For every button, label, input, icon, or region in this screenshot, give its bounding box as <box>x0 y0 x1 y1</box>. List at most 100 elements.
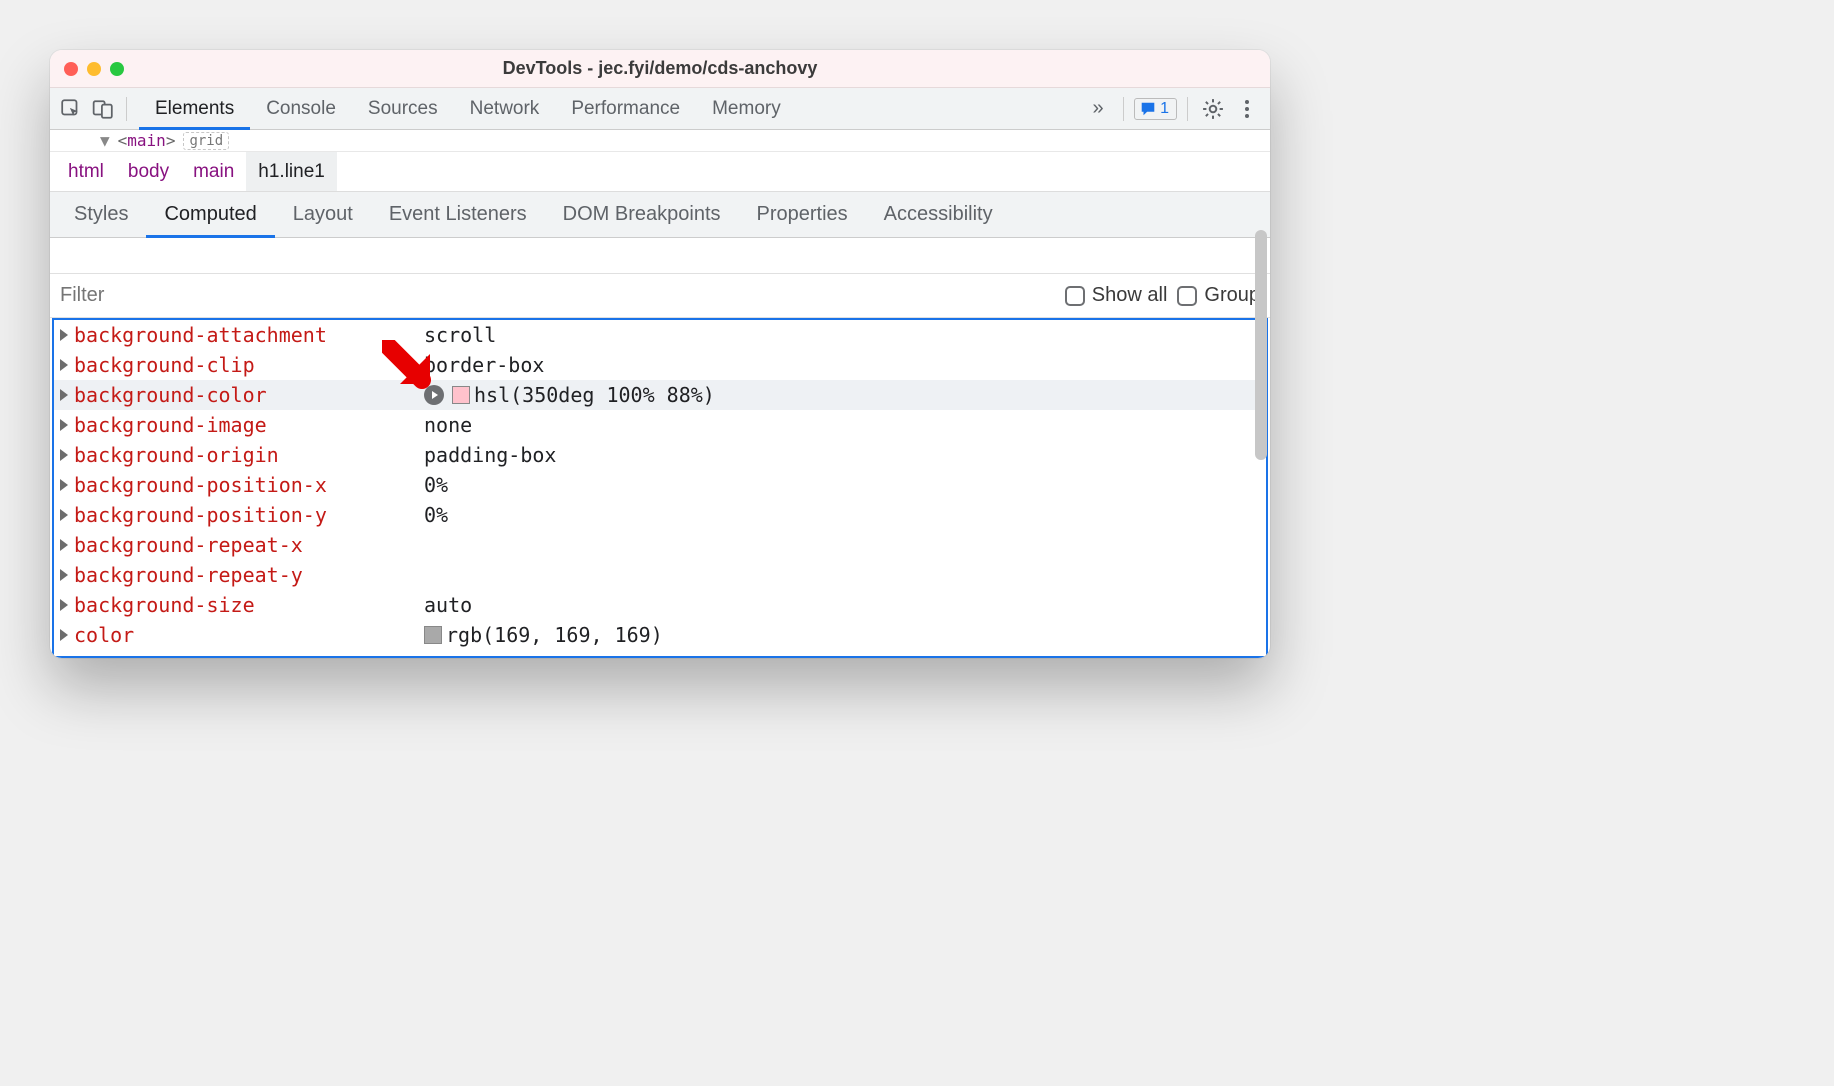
more-icon[interactable] <box>1232 94 1262 124</box>
property-value-text: hsl(350deg 100% 88%) <box>474 383 715 407</box>
property-row[interactable]: background-clipborder-box <box>54 350 1266 380</box>
property-row[interactable]: background-imagenone <box>54 410 1266 440</box>
overflow-tabs-icon[interactable]: » <box>1083 94 1113 124</box>
expand-icon[interactable] <box>60 359 68 371</box>
minimize-icon[interactable] <box>87 62 101 76</box>
panel-tabs: Elements Console Sources Network Perform… <box>139 88 797 129</box>
property-name: background-origin <box>74 443 424 467</box>
property-value[interactable]: 0% <box>424 473 448 497</box>
show-all-checkbox[interactable]: Show all <box>1065 284 1168 307</box>
expand-arrow-icon[interactable]: ▼ <box>100 131 110 150</box>
property-name: color <box>74 623 424 647</box>
titlebar: DevTools - jec.fyi/demo/cds-anchovy <box>50 50 1270 88</box>
goto-source-icon[interactable] <box>424 385 444 405</box>
dom-tag: main <box>127 131 166 150</box>
property-value-text: 0% <box>424 473 448 497</box>
inspect-icon[interactable] <box>56 94 86 124</box>
property-name: background-attachment <box>74 323 424 347</box>
property-row[interactable]: background-originpadding-box <box>54 440 1266 470</box>
computed-properties-pane[interactable]: background-attachmentscrollbackground-cl… <box>52 318 1268 658</box>
tab-performance[interactable]: Performance <box>555 88 696 129</box>
property-row[interactable]: background-attachmentscroll <box>54 320 1266 350</box>
expand-icon[interactable] <box>60 509 68 521</box>
layout-chip[interactable]: grid <box>183 132 229 150</box>
separator <box>1123 97 1124 121</box>
window-title: DevTools - jec.fyi/demo/cds-anchovy <box>50 58 1270 79</box>
crumb-body[interactable]: body <box>116 152 181 191</box>
main-toolbar: Elements Console Sources Network Perform… <box>50 88 1270 130</box>
expand-icon[interactable] <box>60 569 68 581</box>
dom-tree-strip[interactable]: ▼ <main> grid <box>50 130 1270 152</box>
expand-icon[interactable] <box>60 449 68 461</box>
scrollbar-thumb[interactable] <box>1255 230 1267 460</box>
expand-icon[interactable] <box>60 479 68 491</box>
property-value[interactable]: scroll <box>424 323 496 347</box>
property-row[interactable]: background-repeat-x <box>54 530 1266 560</box>
stab-computed[interactable]: Computed <box>146 192 274 237</box>
expand-icon[interactable] <box>60 629 68 641</box>
property-value[interactable]: auto <box>424 593 472 617</box>
group-checkbox[interactable]: Group <box>1177 284 1260 307</box>
property-name: background-image <box>74 413 424 437</box>
expand-icon[interactable] <box>60 419 68 431</box>
property-name: background-position-x <box>74 473 424 497</box>
expand-icon[interactable] <box>60 389 68 401</box>
device-toggle-icon[interactable] <box>88 94 118 124</box>
spacer <box>50 238 1270 274</box>
property-value-text: border-box <box>424 353 544 377</box>
property-row[interactable]: color rgb(169, 169, 169) <box>54 620 1266 650</box>
property-value[interactable]: 0% <box>424 503 448 527</box>
expand-icon[interactable] <box>60 599 68 611</box>
stab-properties[interactable]: Properties <box>739 192 866 237</box>
property-row[interactable]: background-sizeauto <box>54 590 1266 620</box>
stab-event-listeners[interactable]: Event Listeners <box>371 192 545 237</box>
property-value-text: rgb(169, 169, 169) <box>446 623 663 647</box>
tab-sources[interactable]: Sources <box>352 88 454 129</box>
property-name: background-repeat-y <box>74 563 424 587</box>
property-value-text: padding-box <box>424 443 556 467</box>
crumb-h1-line1[interactable]: h1.line1 <box>246 152 337 191</box>
property-name: background-color <box>74 383 424 407</box>
property-value[interactable]: none <box>424 413 472 437</box>
settings-icon[interactable] <box>1198 94 1228 124</box>
devtools-window: DevTools - jec.fyi/demo/cds-anchovy Elem… <box>50 50 1270 658</box>
issues-count: 1 <box>1160 100 1169 118</box>
property-value[interactable]: rgb(169, 169, 169) <box>424 623 663 647</box>
checkbox-icon <box>1177 286 1197 306</box>
tab-network[interactable]: Network <box>454 88 556 129</box>
stab-layout[interactable]: Layout <box>275 192 371 237</box>
property-value[interactable]: hsl(350deg 100% 88%) <box>424 383 715 407</box>
crumb-main[interactable]: main <box>181 152 246 191</box>
tab-elements[interactable]: Elements <box>139 88 250 129</box>
sidebar-tabs: Styles Computed Layout Event Listeners D… <box>50 192 1270 238</box>
property-row[interactable]: background-position-x0% <box>54 470 1266 500</box>
tab-console[interactable]: Console <box>250 88 352 129</box>
property-row[interactable]: background-color hsl(350deg 100% 88%) <box>54 380 1266 410</box>
color-swatch-icon[interactable] <box>424 626 442 644</box>
window-controls <box>50 62 124 76</box>
property-value[interactable]: border-box <box>424 353 544 377</box>
crumb-html[interactable]: html <box>56 152 116 191</box>
maximize-icon[interactable] <box>110 62 124 76</box>
stab-styles[interactable]: Styles <box>56 192 146 237</box>
scrollbar[interactable] <box>1252 230 1270 600</box>
expand-icon[interactable] <box>60 329 68 341</box>
stab-dom-breakpoints[interactable]: DOM Breakpoints <box>545 192 739 237</box>
property-name: background-repeat-x <box>74 533 424 557</box>
checkbox-icon <box>1065 286 1085 306</box>
stab-accessibility[interactable]: Accessibility <box>866 192 1011 237</box>
property-value-text: scroll <box>424 323 496 347</box>
color-swatch-icon[interactable] <box>452 386 470 404</box>
filter-input[interactable] <box>60 284 1055 307</box>
property-row[interactable]: background-position-y0% <box>54 500 1266 530</box>
close-icon[interactable] <box>64 62 78 76</box>
property-name: background-position-y <box>74 503 424 527</box>
issues-badge[interactable]: 1 <box>1134 98 1177 120</box>
property-row[interactable]: background-repeat-y <box>54 560 1266 590</box>
separator <box>126 97 127 121</box>
tab-memory[interactable]: Memory <box>696 88 797 129</box>
property-value-text: none <box>424 413 472 437</box>
property-value[interactable]: padding-box <box>424 443 556 467</box>
expand-icon[interactable] <box>60 539 68 551</box>
filter-row: Show all Group <box>50 274 1270 318</box>
